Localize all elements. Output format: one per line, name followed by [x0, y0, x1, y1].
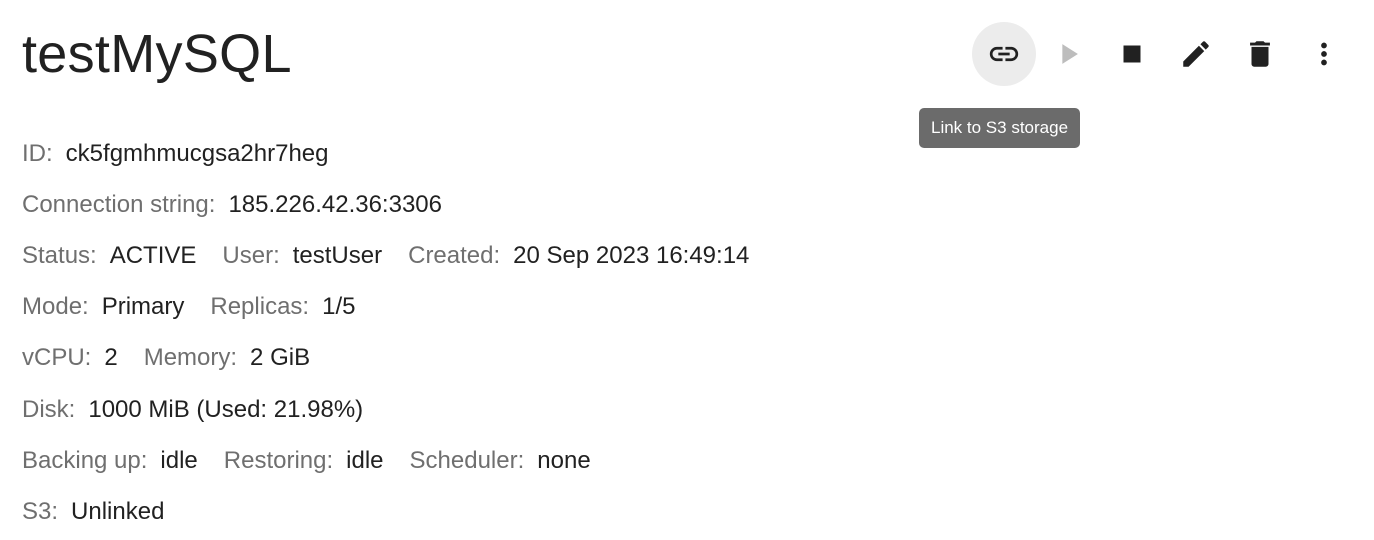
replicas-label: Replicas: — [210, 293, 310, 321]
connection-row: Connection string: 185.226.42.36:3306 — [22, 179, 775, 230]
play-icon — [1062, 44, 1078, 64]
user-value: testUser — [292, 241, 383, 269]
more-vert-icon — [1321, 42, 1327, 66]
edit-icon — [1183, 41, 1209, 67]
disk-row: Disk: 1000 MiB (Used: 21.98%) — [22, 384, 775, 435]
memory-value: 2 GiB — [250, 344, 311, 372]
delete-button[interactable] — [1228, 22, 1292, 86]
more-button[interactable] — [1292, 22, 1356, 86]
restoring-label: Restoring: — [223, 446, 334, 474]
link-s3-button[interactable] — [972, 22, 1036, 86]
mode-row: Mode: Primary Replicas: 1/5 — [22, 282, 775, 333]
connection-value: 185.226.42.36:3306 — [228, 190, 442, 218]
id-row: ID: ck5fgmhmucgsa2hr7heg — [22, 128, 775, 179]
status-label: Status: — [22, 241, 97, 269]
memory-label: Memory: — [143, 344, 238, 372]
status-value: ACTIVE — [109, 241, 197, 269]
resources-row: vCPU: 2 Memory: 2 GiB — [22, 333, 775, 384]
created-label: Created: — [408, 241, 501, 269]
backing-up-value: idle — [160, 446, 198, 474]
stop-icon — [1123, 45, 1141, 63]
delete-icon — [1250, 41, 1270, 67]
vcpu-label: vCPU: — [22, 344, 92, 372]
disk-value: 1000 MiB (Used: 21.98%) — [88, 395, 364, 423]
details-list: ID: ck5fgmhmucgsa2hr7heg Connection stri… — [22, 128, 775, 538]
page-title: testMySQL — [22, 24, 292, 84]
mode-label: Mode: — [22, 293, 89, 321]
database-details-page: testMySQL Link to S3 storage ID: ck5fgmh… — [0, 0, 1374, 540]
s3-value: Unlinked — [71, 497, 165, 525]
edit-button[interactable] — [1164, 22, 1228, 86]
s3-label: S3: — [22, 497, 59, 525]
user-label: User: — [222, 241, 280, 269]
connection-label: Connection string: — [22, 190, 216, 218]
action-toolbar — [972, 22, 1356, 86]
id-label: ID: — [22, 139, 53, 167]
disk-label: Disk: — [22, 395, 76, 423]
scheduler-label: Scheduler: — [409, 446, 525, 474]
vcpu-value: 2 — [104, 344, 118, 372]
s3-row: S3: Unlinked — [22, 486, 775, 537]
scheduler-value: none — [537, 446, 591, 474]
stop-button[interactable] — [1100, 22, 1164, 86]
restoring-value: idle — [346, 446, 384, 474]
backup-row: Backing up: idle Restoring: idle Schedul… — [22, 435, 775, 486]
link-icon — [989, 46, 1019, 62]
status-row: Status: ACTIVE User: testUser Created: 2… — [22, 230, 775, 281]
mode-value: Primary — [101, 293, 185, 321]
link-s3-tooltip: Link to S3 storage — [919, 108, 1081, 148]
id-value: ck5fgmhmucgsa2hr7heg — [65, 139, 329, 167]
backing-up-label: Backing up: — [22, 446, 148, 474]
replicas-value: 1/5 — [322, 293, 356, 321]
created-value: 20 Sep 2023 16:49:14 — [513, 241, 750, 269]
start-button[interactable] — [1036, 22, 1100, 86]
